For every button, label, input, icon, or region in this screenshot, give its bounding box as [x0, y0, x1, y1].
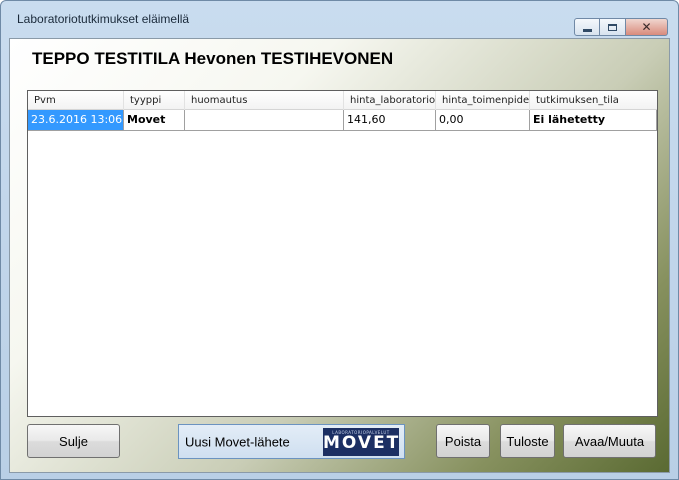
cell-hinta-laboratorio[interactable]: 141,60: [344, 110, 436, 131]
movet-logo-text: MOVET: [323, 433, 399, 453]
cell-tutkimuksen-tila[interactable]: Ei lähetetty: [530, 110, 657, 131]
cell-hinta-toimenpide[interactable]: 0,00: [436, 110, 530, 131]
column-header-pvm[interactable]: Pvm: [28, 91, 124, 110]
window-controls: ✕: [574, 18, 668, 36]
lab-tests-grid[interactable]: Pvm tyyppi huomautus hinta_laboratorio h…: [27, 90, 658, 417]
title-bar[interactable]: Laboratoriotutkimukset eläimellä ✕: [1, 1, 678, 36]
new-movet-referral-button[interactable]: Uusi Movet-lähete LABORATORIOPALVELUT MO…: [178, 424, 405, 459]
table-row[interactable]: 23.6.2016 13:06 Movet 141,60 0,00 Ei läh…: [28, 110, 657, 131]
minimize-button[interactable]: [574, 18, 600, 36]
column-header-hinta-laboratorio[interactable]: hinta_laboratorio: [344, 91, 436, 110]
maximize-icon: [608, 23, 617, 31]
column-header-hinta-toimenpide[interactable]: hinta_toimenpide: [436, 91, 530, 110]
print-button[interactable]: Tuloste: [500, 424, 555, 458]
grid-header: Pvm tyyppi huomautus hinta_laboratorio h…: [28, 91, 657, 110]
minimize-icon: [582, 28, 592, 32]
form-client-area: TEPPO TESTITILA Hevonen TESTIHEVONEN Pvm…: [9, 38, 670, 473]
cell-huomautus[interactable]: [185, 110, 344, 131]
cell-tyyppi[interactable]: Movet: [124, 110, 185, 131]
close-button[interactable]: Sulje: [27, 424, 120, 458]
page-title: TEPPO TESTITILA Hevonen TESTIHEVONEN: [32, 49, 394, 68]
column-header-huomautus[interactable]: huomautus: [185, 91, 344, 110]
column-header-tutkimuksen-tila[interactable]: tutkimuksen_tila: [530, 91, 657, 110]
window-title: Laboratoriotutkimukset eläimellä: [17, 12, 190, 26]
close-window-button[interactable]: ✕: [626, 18, 668, 36]
maximize-button[interactable]: [600, 18, 626, 36]
cell-pvm[interactable]: 23.6.2016 13:06: [28, 110, 124, 131]
app-window: Laboratoriotutkimukset eläimellä ✕ TEPPO…: [0, 0, 679, 480]
close-icon: ✕: [641, 20, 652, 34]
column-header-tyyppi[interactable]: tyyppi: [124, 91, 185, 110]
open-edit-button[interactable]: Avaa/Muuta: [563, 424, 656, 458]
delete-button[interactable]: Poista: [436, 424, 490, 458]
new-movet-referral-label: Uusi Movet-lähete: [185, 434, 290, 450]
movet-logo: LABORATORIOPALVELUT MOVET: [323, 428, 399, 456]
